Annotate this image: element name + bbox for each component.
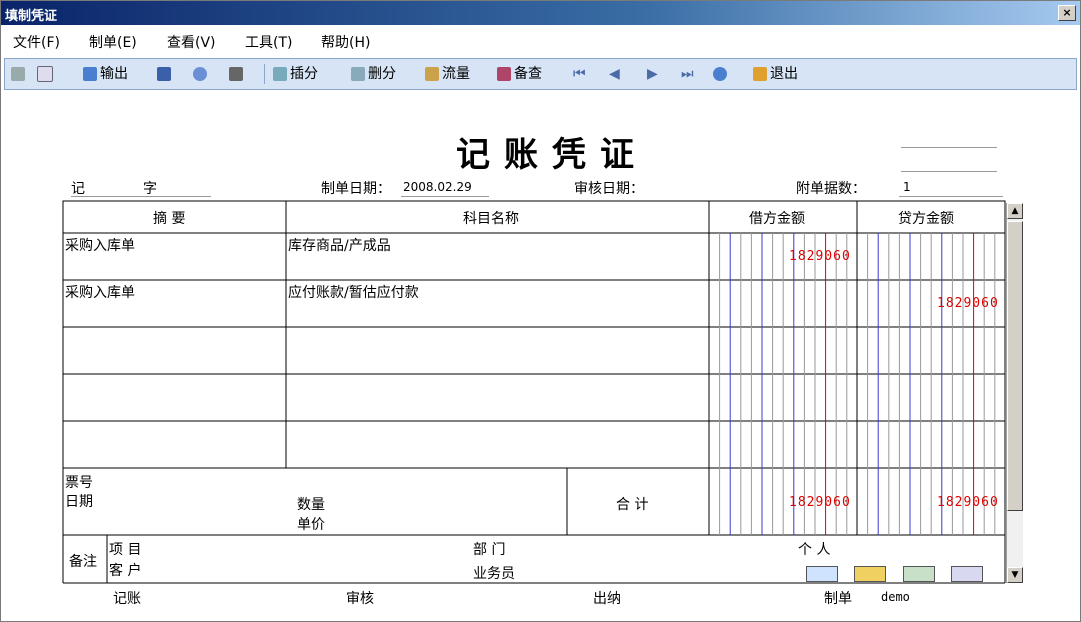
notes-project: 项 目 — [109, 542, 142, 558]
notes-person: 个 人 — [798, 542, 831, 558]
notes-salesman: 业务员 — [473, 566, 515, 582]
notes-tool-1[interactable] — [806, 566, 838, 582]
footer-cashier: 出纳 — [593, 591, 621, 607]
footer-maker-label: 制单 — [824, 591, 852, 607]
voucher-window: 填制凭证 × 文件(F) 制单(E) 查看(V) 工具(T) 帮助(H) 输出 … — [0, 0, 1081, 622]
row2-summary[interactable]: 采购入库单 — [65, 282, 135, 302]
notes-label: 备注 — [69, 554, 97, 570]
row2-account[interactable]: 应付账款/暂估应付款 — [288, 282, 419, 302]
footer-bookkeeping: 记账 — [113, 591, 141, 607]
total-debit: 1829060 — [789, 495, 851, 510]
scroll-down-button[interactable]: ▼ — [1007, 567, 1023, 583]
ticket-date-label: 日期 — [65, 494, 93, 510]
notes-tool-3[interactable] — [903, 566, 935, 582]
notes-dept: 部 门 — [473, 542, 506, 558]
voucher-grid — [62, 200, 1006, 584]
header-credit: 贷方金额 — [898, 211, 954, 227]
ticket-label: 票号 — [65, 475, 93, 491]
header-account: 科目名称 — [463, 211, 519, 227]
scroll-up-button[interactable]: ▲ — [1007, 203, 1023, 219]
total-label: 合 计 — [616, 497, 649, 513]
price-label: 单价 — [297, 517, 325, 533]
footer-audit: 审核 — [346, 591, 374, 607]
total-credit: 1829060 — [937, 495, 999, 510]
header-debit: 借方金额 — [749, 211, 805, 227]
notes-customer: 客 户 — [109, 563, 142, 579]
notes-tool-2[interactable] — [854, 566, 886, 582]
row2-credit[interactable]: 1829060 — [937, 296, 999, 311]
scroll-thumb[interactable] — [1007, 221, 1023, 511]
footer-maker-value: demo — [881, 590, 910, 604]
notes-tool-4[interactable] — [951, 566, 983, 582]
row1-summary[interactable]: 采购入库单 — [65, 235, 135, 255]
vertical-scrollbar[interactable]: ▲ ▼ — [1006, 203, 1023, 583]
row1-account[interactable]: 库存商品/产成品 — [288, 235, 391, 255]
header-summary: 摘 要 — [153, 211, 186, 227]
row1-debit[interactable]: 1829060 — [789, 249, 851, 264]
quantity-label: 数量 — [297, 497, 325, 513]
